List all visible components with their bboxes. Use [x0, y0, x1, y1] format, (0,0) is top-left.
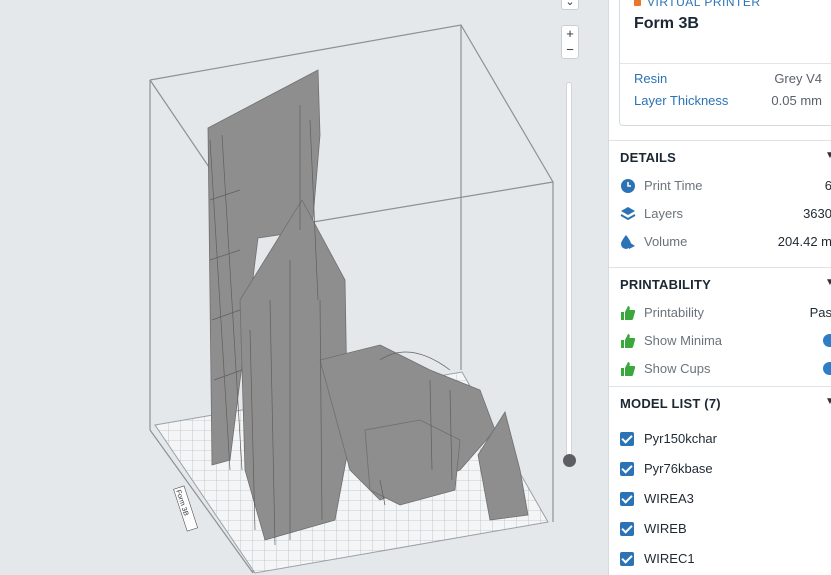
zoom-in-button[interactable]: + — [561, 26, 579, 42]
model-checkbox[interactable] — [620, 432, 634, 446]
show-minima-toggle[interactable] — [823, 334, 831, 347]
model-small-base[interactable] — [364, 419, 461, 506]
layer-thickness-value: 0.05 mm — [771, 93, 822, 108]
clock-icon — [621, 179, 635, 193]
model-list-item[interactable]: WIREB — [620, 519, 830, 541]
layers-row: Layers 3630 — [620, 203, 831, 225]
virtual-printer-tag: VIRTUAL PRINTER — [634, 0, 761, 9]
layer-slider-handle[interactable] — [563, 454, 576, 467]
printer-name: Form 3B — [634, 15, 699, 32]
details-section-header[interactable]: DETAILS ▼ — [609, 140, 831, 173]
zoom-out-button[interactable]: − — [561, 42, 579, 58]
model-list-section-header[interactable]: MODEL LIST (7) ▼ — [609, 386, 831, 419]
layers-icon — [620, 207, 636, 221]
3d-viewport[interactable]: Form 3B ⌄ + − — [0, 0, 608, 575]
model-list-item[interactable]: Pyr150kchar — [620, 429, 830, 451]
zoom-controls: + − — [561, 25, 579, 59]
divider — [620, 63, 831, 64]
view-menu-chevron[interactable]: ⌄ — [561, 0, 579, 10]
show-cups-row: Show Cups — [620, 358, 831, 380]
printability-section-header[interactable]: PRINTABILITY ▼ — [609, 267, 831, 300]
model-checkbox[interactable] — [620, 462, 634, 476]
chevron-down-icon[interactable]: ⌄ — [561, 0, 579, 9]
plate-label: Form 3B — [173, 485, 199, 532]
model-list-item[interactable]: WIREC1 — [620, 549, 830, 571]
model-checkbox[interactable] — [620, 552, 634, 566]
model-checkbox[interactable] — [620, 492, 634, 506]
thumbs-up-icon — [621, 362, 636, 376]
printer-card[interactable]: VIRTUAL PRINTER Form 3B Resin Grey V4 La… — [619, 0, 831, 126]
show-cups-toggle[interactable] — [823, 362, 831, 375]
resin-value: Grey V4 — [774, 71, 822, 86]
resin-drop-icon — [621, 235, 635, 249]
model-list-item[interactable]: Pyr76kbase — [620, 459, 830, 481]
layer-thickness-row[interactable]: Layer Thickness 0.05 mm — [634, 93, 822, 108]
volume-row: Volume 204.42 m — [620, 231, 831, 253]
build-volume-scene[interactable]: Form 3B — [0, 0, 608, 575]
model-list-item[interactable]: WIREA3 — [620, 489, 830, 511]
resin-row[interactable]: Resin Grey V4 — [634, 71, 822, 86]
side-panel: VIRTUAL PRINTER Form 3B Resin Grey V4 La… — [608, 0, 831, 575]
layer-thickness-label[interactable]: Layer Thickness — [634, 93, 728, 108]
thumbs-up-icon — [621, 306, 636, 320]
resin-label[interactable]: Resin — [634, 71, 667, 86]
chevron-down-icon: ▼ — [825, 277, 831, 288]
show-minima-row: Show Minima — [620, 330, 831, 352]
chevron-down-icon: ▼ — [825, 150, 831, 161]
printability-row: Printability Pas — [620, 302, 831, 324]
print-time-row: Print Time 6 — [620, 175, 831, 197]
thumbs-up-icon — [621, 334, 636, 348]
chevron-down-icon: ▼ — [825, 396, 831, 407]
printer-icon — [634, 0, 641, 6]
layer-slider-track[interactable] — [566, 82, 572, 462]
model-checkbox[interactable] — [620, 522, 634, 536]
